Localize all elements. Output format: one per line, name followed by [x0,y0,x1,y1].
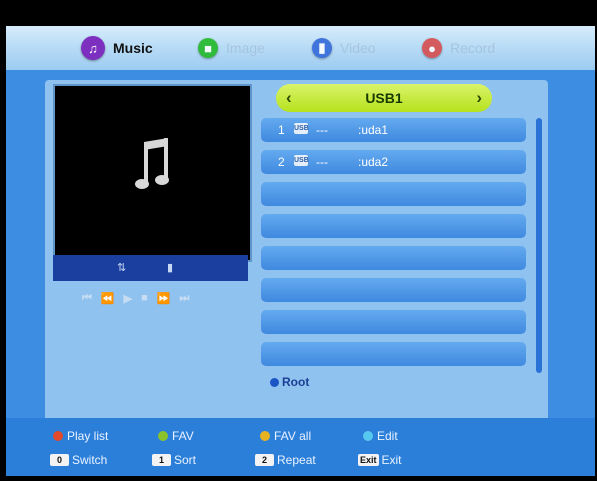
skip-forward-icon[interactable]: ⏭ [179,292,189,308]
stop-icon[interactable]: ■ [141,292,148,308]
row-dots: --- [316,123,328,137]
tab-record-label: Record [450,40,496,56]
preview-window [53,84,252,262]
tab-video-label: Video [340,40,376,56]
device-title: USB1 [365,90,403,106]
media-tab-bar: ♫ Music ■ Image ▮ Video ● Record [6,26,595,70]
media-player-screen: ♫ Music ■ Image ▮ Video ● Record ⇅ ▮ ⏮ ⏪… [6,26,595,476]
row-name: :uda1 [358,123,389,137]
hint-label: FAV all [274,429,312,443]
hint-label: Repeat [277,453,316,467]
empty-row[interactable] [261,214,526,238]
repeat-icon: ⇅ [117,262,127,274]
key-2-icon: 2 [255,454,274,466]
skip-back-icon[interactable]: ⏮ [82,292,92,308]
device-selector[interactable]: ‹ USB1 › [276,84,492,112]
red-key-icon [53,431,63,441]
hotkey-footer: Play list FAV FAV all Edit 0 Switch 1 So… [6,418,595,476]
video-icon: ▮ [312,38,332,58]
hint-repeat: 2 Repeat [255,453,316,467]
green-key-icon [158,431,168,441]
play-icon[interactable]: ▶ [124,292,133,308]
root-icon [270,377,279,387]
root-label: Root [282,375,310,389]
key-0-icon: 0 [50,454,69,466]
hint-label: Play list [67,429,109,443]
hint-sort: 1 Sort [152,453,196,467]
hint-label: Switch [72,453,108,467]
usb-icon: USB [294,155,309,166]
empty-row[interactable] [261,246,526,270]
playback-controls: ⏮ ⏪ ▶ ■ ⏩ ⏭ [82,292,189,308]
tab-record[interactable]: ● Record [422,33,495,63]
blue-key-icon [363,431,373,441]
row-name: :uda2 [358,155,389,169]
file-row[interactable]: 1 USB --- :uda1 [261,118,526,142]
empty-row[interactable] [261,310,526,334]
preview-status-bar: ⇅ ▮ [53,255,248,281]
hint-switch: 0 Switch [50,453,107,467]
prev-device-icon[interactable]: ‹ [286,88,292,108]
tab-music-label: Music [113,40,153,56]
hint-label: Exit [381,453,402,467]
list-scrollbar[interactable] [536,118,542,373]
empty-row[interactable] [261,342,526,366]
hint-exit: Exit Exit [358,453,402,467]
hint-label: FAV [172,429,194,443]
image-icon: ■ [198,38,218,58]
key-1-icon: 1 [152,454,171,466]
hint-play-list: Play list [53,429,108,443]
next-device-icon[interactable]: › [476,88,482,108]
tab-music[interactable]: ♫ Music [81,33,153,63]
tab-image[interactable]: ■ Image [198,33,265,63]
record-icon: ● [422,38,442,58]
tab-video[interactable]: ▮ Video [312,33,376,63]
hint-fav: FAV [158,429,194,443]
fast-forward-icon[interactable]: ⏩ [157,292,171,308]
music-note-icon: ♫ [81,36,105,60]
empty-row[interactable] [261,182,526,206]
row-number: 2 [278,155,285,169]
hint-label: Sort [174,453,197,467]
tab-image-label: Image [226,40,265,56]
hint-fav-all: FAV all [260,429,311,443]
file-row[interactable]: 2 USB --- :uda2 [261,150,526,174]
usb-icon: USB [294,123,309,134]
rewind-icon[interactable]: ⏪ [101,292,115,308]
music-note-icon [135,138,169,189]
hint-edit: Edit [363,429,398,443]
folder-icon: ▮ [167,262,174,274]
exit-key-icon: Exit [358,454,379,466]
yellow-key-icon [260,431,270,441]
hint-label: Edit [377,429,398,443]
root-indicator[interactable]: Root [270,375,309,389]
empty-row[interactable] [261,278,526,302]
row-dots: --- [316,155,328,169]
row-number: 1 [278,123,285,137]
